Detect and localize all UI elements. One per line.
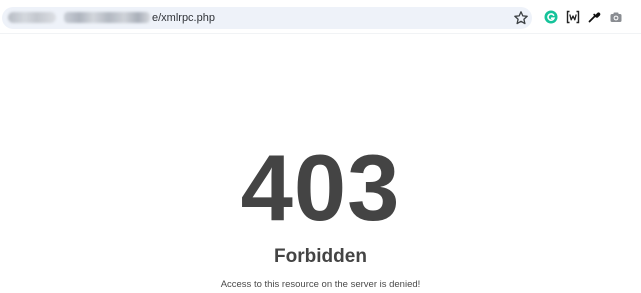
address-bar[interactable]: e/xmlrpc.php [2,7,532,29]
grammarly-icon[interactable] [544,10,558,24]
browser-toolbar: e/xmlrpc.php [0,0,641,34]
url-text[interactable]: e/xmlrpc.php [152,11,215,25]
url-redacted-part [64,12,150,23]
camera-icon[interactable] [609,10,623,24]
toolbar-divider [0,33,641,34]
star-icon[interactable] [513,10,529,26]
eyedropper-icon[interactable] [587,10,601,24]
bracket-w-icon[interactable] [566,10,580,24]
error-message: Access to this resource on the server is… [220,279,421,290]
error-title: Forbidden [274,246,367,267]
error-code: 403 [240,135,401,240]
site-info-blurred[interactable] [8,12,56,23]
